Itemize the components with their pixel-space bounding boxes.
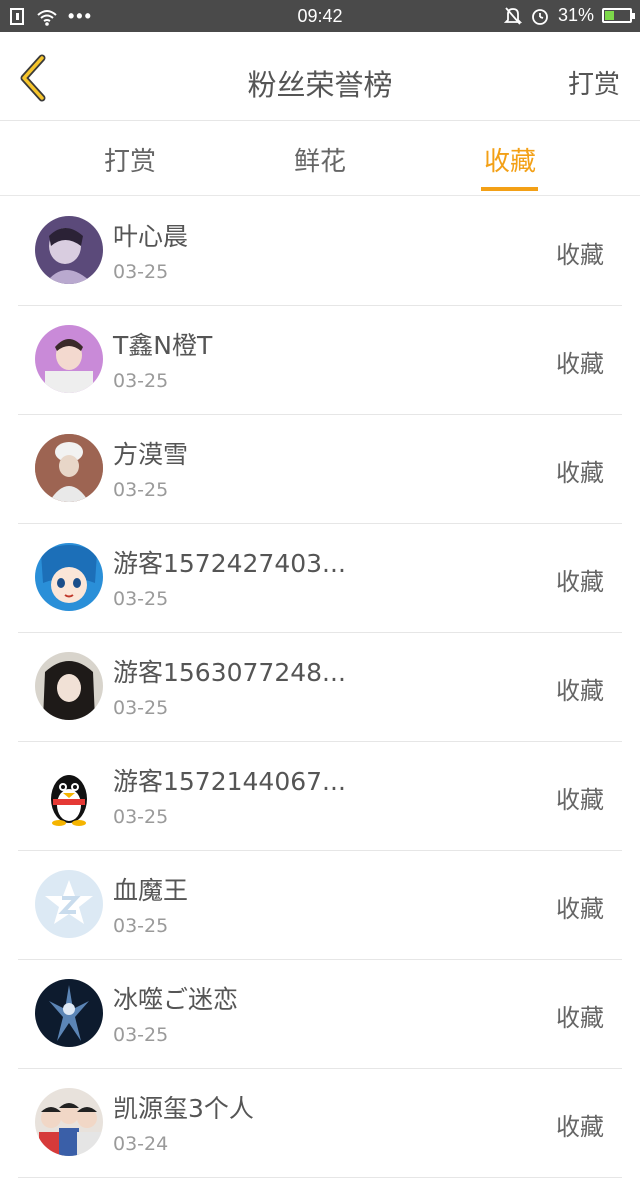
date-label: 03-24 [113,1133,169,1155]
avatar [35,761,103,829]
battery-icon [602,8,635,23]
list-item[interactable]: 游客1572427403... 03-25 收藏 [18,524,622,633]
date-label: 03-25 [113,915,169,937]
list-item[interactable]: 冰噬ご迷恋 03-25 收藏 [18,960,622,1069]
user-name: 游客1572427403... [113,549,346,578]
action-label: 收藏 [556,350,604,378]
action-label: 收藏 [556,786,604,814]
avatar [35,325,103,393]
status-bar-right: 31% [503,5,635,26]
alarm-icon [532,8,548,25]
user-name: 凯源玺3个人 [113,1094,254,1123]
action-label: 收藏 [556,241,604,269]
list-item[interactable]: 凯源玺3个人 03-24 收藏 [18,1069,622,1178]
list-item[interactable]: 叶心晨 03-25 收藏 [18,197,622,306]
list-item[interactable]: 游客1563077248... 03-25 收藏 [18,633,622,742]
list-item[interactable]: 游客1572144067... 03-25 收藏 [18,742,622,851]
user-name: 冰噬ご迷恋 [113,985,239,1014]
date-label: 03-25 [113,261,169,283]
date-label: 03-25 [113,1024,169,1046]
user-name: 血魔王 [113,876,189,905]
battery-tip [632,13,635,19]
avatar [35,652,103,720]
user-name: 游客1563077248... [113,658,346,687]
action-label: 收藏 [556,677,604,705]
mute-bell-icon [503,6,522,25]
date-label: 03-25 [113,588,169,610]
tab-favorites[interactable]: 收藏 [480,141,540,178]
action-label: 收藏 [556,459,604,487]
avatar [35,434,103,502]
fan-list: 叶心晨 03-25 收藏 T鑫N橙T 03-25 收藏 方漠雪 03-25 收藏… [0,197,640,1178]
penguin-icon [51,775,87,826]
date-label: 03-25 [113,479,169,501]
action-label: 收藏 [556,568,604,596]
user-name: T鑫N橙T [113,331,213,360]
list-item[interactable]: T鑫N橙T 03-25 收藏 [18,306,622,415]
date-label: 03-25 [113,370,169,392]
avatar [35,1088,103,1156]
date-label: 03-25 [113,806,169,828]
action-label: 收藏 [556,1004,604,1032]
battery-percent: 31% [557,5,594,25]
avatar [35,543,103,611]
default-avatar-icon [35,870,103,938]
user-name: 叶心晨 [113,222,189,251]
avatar [35,216,103,284]
action-label: 收藏 [556,1113,604,1141]
user-name: 游客1572144067... [113,767,346,796]
avatar [35,870,103,938]
date-label: 03-25 [113,697,169,719]
battery-fill [605,11,614,20]
top-navbar: 粉丝荣誉榜 打赏 [0,32,640,121]
list-item[interactable]: 血魔王 03-25 收藏 [18,851,622,960]
active-tab-indicator [481,187,538,191]
tab-tip[interactable]: 打赏 [102,141,158,178]
status-bar: ••• 09:42 31% [0,0,640,32]
tip-button[interactable]: 打赏 [568,64,620,101]
list-item[interactable]: 方漠雪 03-25 收藏 [18,415,622,524]
page-title: 粉丝荣誉榜 [247,68,393,102]
tab-bar: 打赏 鲜花 收藏 [0,121,640,196]
tab-flowers[interactable]: 鲜花 [292,141,348,178]
avatar [35,979,103,1047]
action-label: 收藏 [556,895,604,923]
user-name: 方漠雪 [113,440,189,469]
